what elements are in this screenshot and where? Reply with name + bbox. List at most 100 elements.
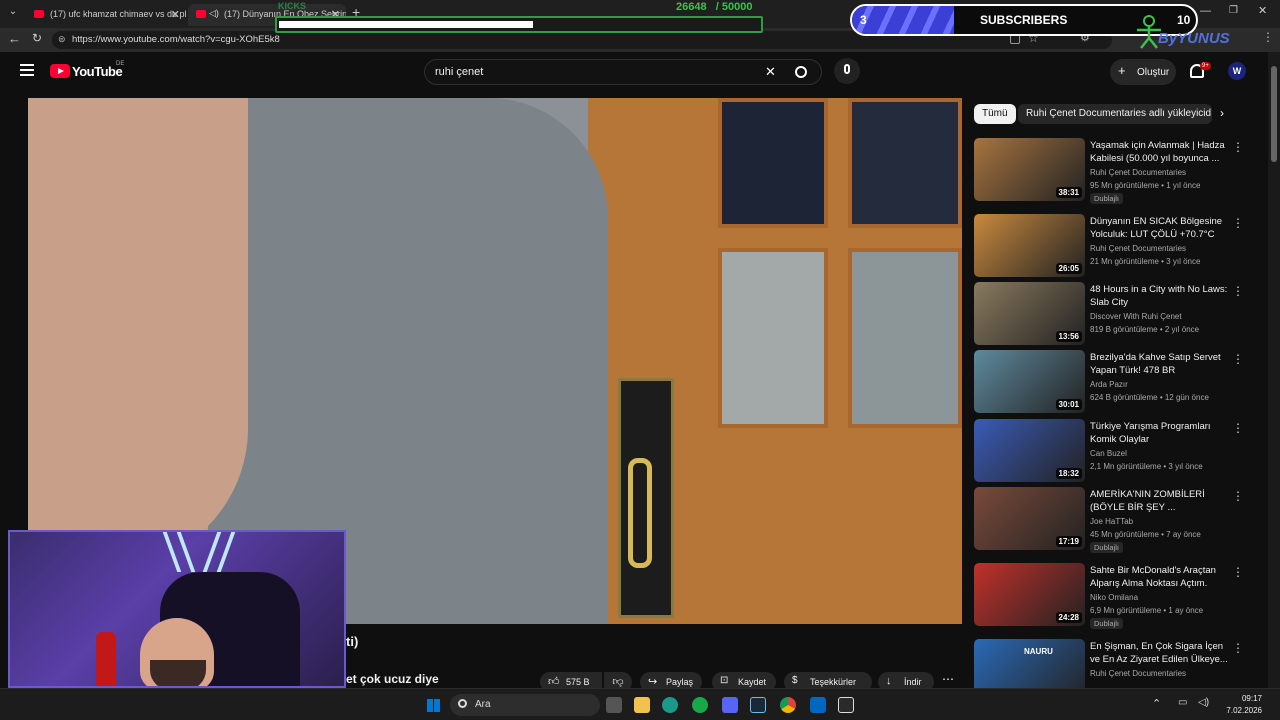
voice-search-icon[interactable] — [834, 58, 860, 84]
video-duration: 24:28 — [1055, 612, 1082, 623]
recommendation-item[interactable]: 13:56 48 Hours in a City with No Laws: Sl… — [974, 282, 1254, 346]
chip-uploader[interactable]: Ruhi Çenet Documentaries adlı yükleyicid — [1018, 104, 1212, 124]
clock-date[interactable]: 7.02.2026 — [1214, 706, 1262, 715]
app-green-icon[interactable] — [692, 697, 708, 713]
youtube-play-icon — [50, 64, 70, 78]
taskbar-search[interactable]: Ara — [450, 694, 600, 716]
window-close-icon[interactable]: ✕ — [1258, 4, 1267, 17]
more-options-icon[interactable]: ⋮ — [1232, 421, 1244, 435]
menu-dots-icon[interactable]: ⋮ — [1262, 30, 1274, 44]
create-button[interactable]: + Oluştur — [1110, 59, 1176, 85]
video-thumbnail[interactable]: 26:05 — [974, 214, 1085, 277]
clock-time[interactable]: 09:17 — [1222, 694, 1262, 703]
search-input[interactable]: ruhi çenet — [435, 66, 483, 78]
recommendation-item[interactable]: 17:19 AMERİKA'NIN ZOMBİLERİ (BÖYLE BİR ŞE… — [974, 487, 1254, 553]
video-title[interactable]: En Şişman, En Çok Sigara İçen ve En Az Z… — [1090, 641, 1230, 666]
file-explorer-icon[interactable] — [634, 697, 650, 713]
channel-name[interactable]: Ruhi Çenet Documentaries — [1090, 168, 1186, 177]
more-options-icon[interactable]: ⋮ — [1232, 641, 1244, 655]
chrome-icon[interactable] — [780, 697, 796, 713]
video-meta: 45 Mn görüntüleme • 7 ay önce — [1090, 530, 1201, 539]
epic-games-icon[interactable] — [838, 697, 854, 713]
video-title[interactable]: 48 Hours in a City with No Laws: Slab Ci… — [1090, 284, 1230, 309]
steam-icon[interactable] — [750, 697, 766, 713]
recommendation-item[interactable]: 30:01 Brezilya'da Kahve Satıp Servet Yapa… — [974, 350, 1254, 414]
video-title[interactable]: Brezilya'da Kahve Satıp Servet Yapan Tür… — [1090, 352, 1230, 377]
channel-name[interactable]: Arda Pazır — [1090, 380, 1128, 389]
video-title[interactable]: Sahte Bir McDonald's Araçtan Alparış Alm… — [1090, 565, 1230, 590]
search-icon[interactable] — [795, 66, 807, 78]
chips-next-chevron-icon[interactable]: › — [1220, 106, 1224, 120]
download-icon: ↓ — [886, 675, 892, 687]
video-door-window-4 — [848, 248, 962, 428]
video-meta: 819 B görüntüleme • 2 yıl önce — [1090, 325, 1200, 334]
clear-search-icon[interactable]: ✕ — [765, 64, 776, 80]
video-title[interactable]: Yaşamak için Avlanmak | Hadza Kabilesi (… — [1090, 140, 1230, 165]
chip-all-label: Tümü — [982, 108, 1008, 119]
video-meta: 95 Mn görüntüleme • 1 yıl önce — [1090, 181, 1201, 190]
webcam-overlay — [8, 530, 346, 688]
volume-icon[interactable]: ◁) — [1198, 697, 1209, 708]
youtube-favicon-icon — [196, 10, 206, 18]
video-thumbnail[interactable]: 30:01 — [974, 350, 1085, 413]
video-duration: 18:32 — [1055, 468, 1082, 479]
tab-menu-icon[interactable]: ⌄ — [4, 6, 22, 22]
speaker-icon[interactable]: ◁) — [209, 8, 219, 19]
store-icon[interactable] — [810, 697, 826, 713]
channel-name[interactable]: Can Buzel — [1090, 449, 1127, 458]
discord-icon[interactable] — [722, 697, 738, 713]
video-thumbnail[interactable]: 13:56 — [974, 282, 1085, 345]
channel-name[interactable]: Discover With Ruhi Çenet — [1090, 312, 1182, 321]
video-title: ti) — [346, 634, 359, 649]
video-door-window-2 — [848, 98, 962, 228]
more-options-icon[interactable]: ⋮ — [1232, 489, 1244, 503]
channel-name[interactable]: Niko Omilana — [1090, 593, 1138, 602]
channel-name[interactable]: Ruhi Çenet Documentaries — [1090, 244, 1186, 253]
channel-name[interactable]: Ruhi Çenet Documentaries — [1090, 669, 1186, 678]
network-icon[interactable]: ▭ — [1178, 697, 1187, 708]
url-text: https://www.youtube.com/watch?v=cgu-XOhE… — [72, 34, 280, 45]
edge-browser-icon[interactable] — [662, 697, 678, 713]
video-thumbnail[interactable]: 24:28 — [974, 563, 1085, 626]
scrollbar-thumb[interactable] — [1271, 66, 1277, 162]
recommendation-item[interactable]: 38:31 Yaşamak için Avlanmak | Hadza Kabil… — [974, 138, 1254, 204]
kick-goal-fill — [279, 21, 533, 28]
more-options-icon[interactable]: ⋮ — [1232, 565, 1244, 579]
back-arrow-icon[interactable]: ← — [8, 31, 21, 46]
scrollbar-track[interactable] — [1268, 52, 1280, 688]
more-actions-icon[interactable]: ⋯ — [942, 672, 954, 686]
recommendation-item[interactable]: 18:32 Türkiye Yarışma Programları Komik O… — [974, 419, 1254, 483]
chip-all[interactable]: Tümü — [974, 104, 1016, 124]
recommendation-item[interactable]: 24:28 Sahte Bir McDonald's Araçtan Alparı… — [974, 563, 1254, 629]
more-options-icon[interactable]: ⋮ — [1232, 352, 1244, 366]
search-box[interactable]: ruhi çenet ✕ — [424, 59, 822, 85]
more-options-icon[interactable]: ⋮ — [1232, 284, 1244, 298]
thumbs-up-icon: 👍︎ — [548, 676, 560, 688]
video-meta: 21 Mn görüntüleme • 3 yıl önce — [1090, 257, 1201, 266]
more-options-icon[interactable]: ⋮ — [1232, 140, 1244, 154]
task-view-icon[interactable] — [606, 697, 622, 713]
site-info-icon[interactable]: ⊜ — [58, 34, 66, 45]
close-tab-icon[interactable]: ✕ — [171, 8, 180, 21]
video-duration: 26:05 — [1055, 263, 1082, 274]
video-title[interactable]: AMERİKA'NIN ZOMBİLERİ (BÖYLE BİR ŞEY ... — [1090, 489, 1230, 514]
windows-start-icon[interactable] — [427, 699, 440, 712]
more-options-icon[interactable]: ⋮ — [1232, 216, 1244, 230]
browser-tab-1[interactable]: (17) ufc khamzat chimaev vs du pl ✕ — [26, 4, 186, 26]
avatar[interactable]: W — [1228, 62, 1246, 80]
video-duration: 17:19 — [1055, 536, 1082, 547]
video-thumbnail[interactable]: 18:32 — [974, 419, 1085, 482]
video-thumbnail[interactable]: 17:19 — [974, 487, 1085, 550]
recommendation-item[interactable]: 26:05 Dünyanın EN SICAK Bölgesine Yolculu… — [974, 214, 1254, 278]
channel-name[interactable]: Joe HaTTab — [1090, 517, 1133, 526]
reload-icon[interactable]: ↻ — [32, 31, 42, 45]
video-duration: 38:31 — [1055, 187, 1082, 198]
hamburger-menu-icon[interactable] — [20, 64, 34, 76]
webcam-person-beard — [150, 660, 206, 686]
video-thumbnail[interactable]: 38:31 — [974, 138, 1085, 201]
video-title[interactable]: Dünyanın EN SICAK Bölgesine Yolculuk: LU… — [1090, 216, 1230, 241]
video-title[interactable]: Türkiye Yarışma Programları Komik Olayla… — [1090, 421, 1230, 446]
tray-chevron-icon[interactable]: ⌃ — [1152, 697, 1161, 710]
webcam-light-left — [162, 532, 196, 572]
dubbed-badge: Dublajlı — [1090, 542, 1124, 553]
